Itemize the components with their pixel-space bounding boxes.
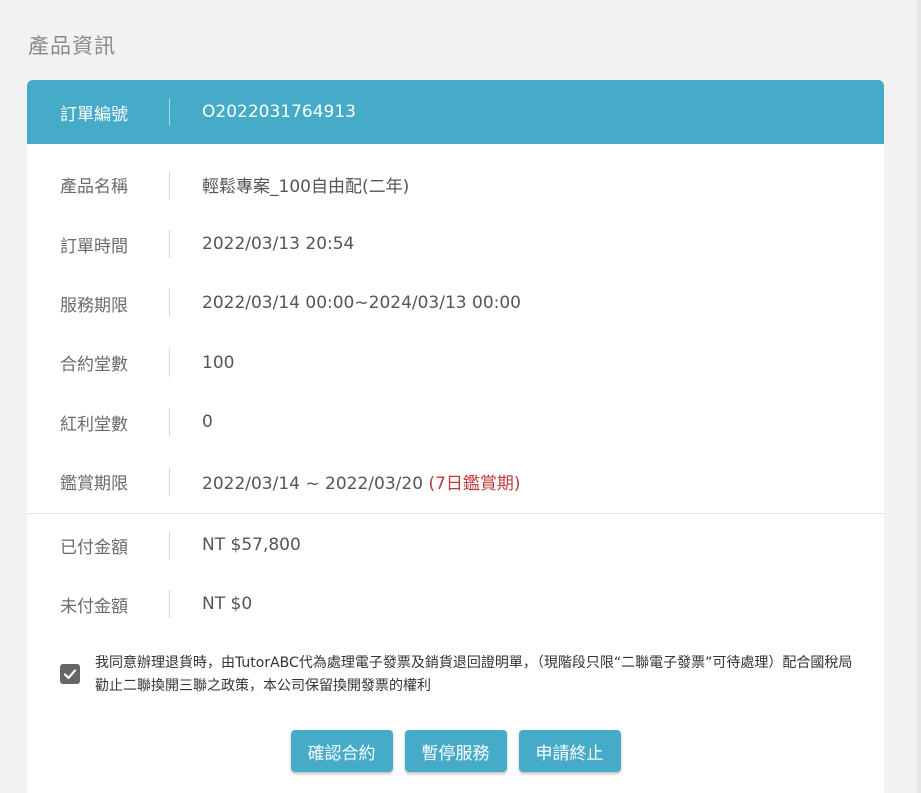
detail-value: 輕鬆專案_100自由配(二年) [202,177,410,198]
product-info-card: 訂單編號 O2022031764913 產品名稱 輕鬆專案_100自由配(二年)… [27,80,884,793]
order-number-header: 訂單編號 O2022031764913 [27,80,884,144]
trial-period-note: (7日鑑賞期) [428,474,521,495]
detail-value: 0 [202,412,213,433]
detail-row-bonus-sessions: 紅利堂數 0 [27,393,884,452]
page-title: 產品資訊 [28,34,116,58]
request-termination-button[interactable]: 申請終止 [518,730,621,773]
order-number-value: O2022031764913 [202,102,356,122]
detail-row-contract-sessions: 合約堂數 100 [27,333,884,392]
payment-value: NT $0 [202,594,253,615]
detail-value: 100 [202,352,235,373]
detail-label: 鑑賞期限 [60,474,128,495]
detail-value: 2022/03/14 00:00~2024/03/13 00:00 [202,293,521,314]
detail-label: 訂單時間 [60,236,128,257]
order-number-label: 訂單編號 [60,104,128,125]
detail-row-product-name: 產品名稱 輕鬆專案_100自由配(二年) [27,155,884,214]
checkmark-icon [63,669,77,680]
detail-row-order-time: 訂單時間 2022/03/13 20:54 [27,214,884,273]
agreement-text: 我同意辦理退貨時，由TutorABC代為處理電子發票及銷貨退回證明單，（現階段只… [95,655,853,695]
agreement: 我同意辦理退貨時，由TutorABC代為處理電子發票及銷貨退回證明單，（現階段只… [27,652,884,698]
product-details: 產品名稱 輕鬆專案_100自由配(二年) 訂單時間 2022/03/13 20:… [27,144,884,511]
trial-period-dates: 2022/03/14 ~ 2022/03/20 [202,474,424,495]
pause-service-button[interactable]: 暫停服務 [404,730,507,773]
action-buttons: 確認合約 暫停服務 申請終止 [27,730,884,773]
payment-label: 已付金額 [60,537,128,558]
detail-value: 2022/03/13 20:54 [202,234,355,255]
detail-row-trial-period: 鑑賞期限 2022/03/14 ~ 2022/03/20 (7日鑑賞期) [27,452,884,511]
detail-value: 2022/03/14 ~ 2022/03/20 (7日鑑賞期) [170,469,521,494]
detail-label: 合約堂數 [60,355,128,376]
detail-label: 產品名稱 [60,177,128,198]
detail-row-service-period: 服務期限 2022/03/14 00:00~2024/03/13 00:00 [27,274,884,333]
detail-label: 服務期限 [60,295,128,316]
payment-details: 已付金額 NT $57,800 未付金額 NT $0 [27,514,884,634]
scrollbar-track[interactable] [917,0,921,793]
payment-label: 未付金額 [60,596,128,617]
detail-label: 紅利堂數 [60,414,128,435]
confirm-contract-button[interactable]: 確認合約 [290,730,393,773]
payment-row-paid: 已付金額 NT $57,800 [27,515,884,574]
payment-value: NT $57,800 [202,535,301,556]
agreement-checkbox[interactable] [60,664,80,685]
payment-row-unpaid: 未付金額 NT $0 [27,575,884,634]
